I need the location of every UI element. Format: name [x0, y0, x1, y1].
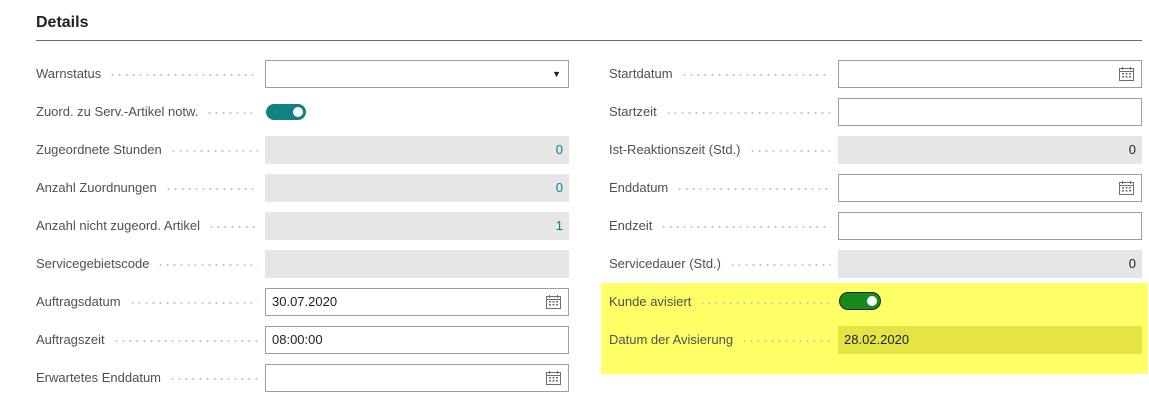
field-label: Warnstatus	[36, 60, 258, 88]
label-text: Anzahl Zuordnungen	[36, 180, 157, 195]
servicegebietscode-value[interactable]	[265, 250, 569, 278]
field-label: Ist-Reaktionszeit (Std.)	[609, 136, 831, 164]
label-text: Servicegebietscode	[36, 256, 150, 271]
calendar-icon[interactable]	[546, 295, 561, 309]
field-auftragszeit: Auftragszeit 08:00:00	[36, 326, 569, 354]
startzeit-input[interactable]	[838, 98, 1142, 126]
field-zuord-serv-artikel: Zuord. zu Serv.-Artikel notw.	[36, 98, 569, 126]
field-label: Endzeit	[609, 212, 831, 240]
leader-dots	[660, 225, 831, 228]
leader-dots	[699, 301, 831, 304]
field-anzahl-zuordnungen: Anzahl Zuordnungen 0	[36, 174, 569, 202]
field-label: Anzahl nicht zugeord. Artikel	[36, 212, 258, 240]
leader-dots	[169, 377, 258, 380]
label-text: Kunde avisiert	[609, 294, 692, 309]
field-label: Servicedauer (Std.)	[609, 250, 831, 278]
label-text: Ist-Reaktionszeit (Std.)	[609, 142, 741, 157]
field-label: Startdatum	[609, 60, 831, 88]
erwartetes-enddatum-input[interactable]	[265, 364, 569, 392]
leader-dots	[208, 225, 258, 228]
chevron-down-icon: ▼	[552, 69, 561, 79]
leader-dots	[748, 149, 831, 152]
leader-dots	[128, 301, 258, 304]
leader-dots	[112, 339, 258, 342]
label-text: Enddatum	[609, 180, 669, 195]
field-label: Zugeordnete Stunden	[36, 136, 258, 164]
field-label: Servicegebietscode	[36, 250, 258, 278]
calendar-icon[interactable]	[1119, 67, 1134, 81]
label-text: Erwartetes Enddatum	[36, 370, 162, 385]
field-ist-reaktionszeit: Ist-Reaktionszeit (Std.) 0	[609, 136, 1142, 164]
leader-dots	[164, 187, 258, 190]
auftragszeit-input[interactable]: 08:00:00	[265, 326, 569, 354]
zugeordnete-stunden-value[interactable]: 0	[265, 136, 569, 164]
calendar-icon[interactable]	[1119, 181, 1134, 195]
field-endzeit: Endzeit	[609, 212, 1142, 240]
field-warnstatus: Warnstatus ▼	[36, 60, 569, 88]
label-text: Servicedauer (Std.)	[609, 256, 721, 271]
field-kunde-avisiert: Kunde avisiert	[609, 288, 1142, 316]
field-label: Enddatum	[609, 174, 831, 202]
leader-dots	[664, 111, 831, 114]
ist-reaktionszeit-value[interactable]: 0	[838, 136, 1142, 164]
section-divider	[36, 40, 1142, 41]
servicedauer-value[interactable]: 0	[838, 250, 1142, 278]
anzahl-nicht-zugeord-artikel-value[interactable]: 1	[265, 212, 569, 240]
field-label: Kunde avisiert	[609, 288, 831, 316]
field-servicedauer: Servicedauer (Std.) 0	[609, 250, 1142, 278]
field-enddatum: Enddatum	[609, 174, 1142, 202]
calendar-icon[interactable]	[546, 371, 561, 385]
leader-dots	[729, 263, 831, 266]
field-zugeordnete-stunden: Zugeordnete Stunden 0	[36, 136, 569, 164]
field-anzahl-nicht-zugeord-artikel: Anzahl nicht zugeord. Artikel 1	[36, 212, 569, 240]
label-text: Startzeit	[609, 104, 657, 119]
field-datum-der-avisierung: Datum der Avisierung 28.02.2020	[609, 326, 1142, 354]
label-text: Auftragszeit	[36, 332, 105, 347]
label-text: Startdatum	[609, 66, 673, 81]
label-text: Warnstatus	[36, 66, 102, 81]
field-label: Datum der Avisierung	[609, 326, 831, 354]
kunde-avisiert-toggle[interactable]	[840, 293, 880, 309]
field-label: Startzeit	[609, 98, 831, 126]
leader-dots	[157, 263, 258, 266]
field-servicegebietscode: Servicegebietscode	[36, 250, 569, 278]
warnstatus-select[interactable]: ▼	[265, 60, 569, 88]
field-startzeit: Startzeit	[609, 98, 1142, 126]
startdatum-input[interactable]	[838, 60, 1142, 88]
label-text: Datum der Avisierung	[609, 332, 734, 347]
endzeit-input[interactable]	[838, 212, 1142, 240]
input-value: 30.07.2020	[272, 294, 338, 309]
label-text: Zugeordnete Stunden	[36, 142, 162, 157]
leader-dots	[109, 73, 258, 76]
leader-dots	[676, 187, 831, 190]
field-label: Auftragszeit	[36, 326, 258, 354]
field-label: Auftragsdatum	[36, 288, 258, 316]
leader-dots	[169, 149, 258, 152]
label-text: Zuord. zu Serv.-Artikel notw.	[36, 104, 199, 119]
leader-dots	[741, 339, 831, 342]
field-auftragsdatum: Auftragsdatum 30.07.2020	[36, 288, 569, 316]
field-erwartetes-enddatum: Erwartetes Enddatum	[36, 364, 569, 392]
auftragsdatum-input[interactable]: 30.07.2020	[265, 288, 569, 316]
section-title: Details	[36, 14, 89, 31]
field-label: Erwartetes Enddatum	[36, 364, 258, 392]
zuord-serv-artikel-toggle[interactable]	[266, 104, 306, 120]
enddatum-input[interactable]	[838, 174, 1142, 202]
label-text: Auftragsdatum	[36, 294, 121, 309]
datum-der-avisierung-value[interactable]: 28.02.2020	[838, 326, 1142, 354]
label-text: Anzahl nicht zugeord. Artikel	[36, 218, 201, 233]
leader-dots	[680, 73, 831, 76]
field-label: Zuord. zu Serv.-Artikel notw.	[36, 98, 258, 126]
anzahl-zuordnungen-value[interactable]: 0	[265, 174, 569, 202]
toggle-knob	[293, 107, 303, 117]
toggle-knob	[867, 296, 877, 306]
field-label: Anzahl Zuordnungen	[36, 174, 258, 202]
label-text: Endzeit	[609, 218, 653, 233]
field-startdatum: Startdatum	[609, 60, 1142, 88]
leader-dots	[206, 111, 258, 114]
